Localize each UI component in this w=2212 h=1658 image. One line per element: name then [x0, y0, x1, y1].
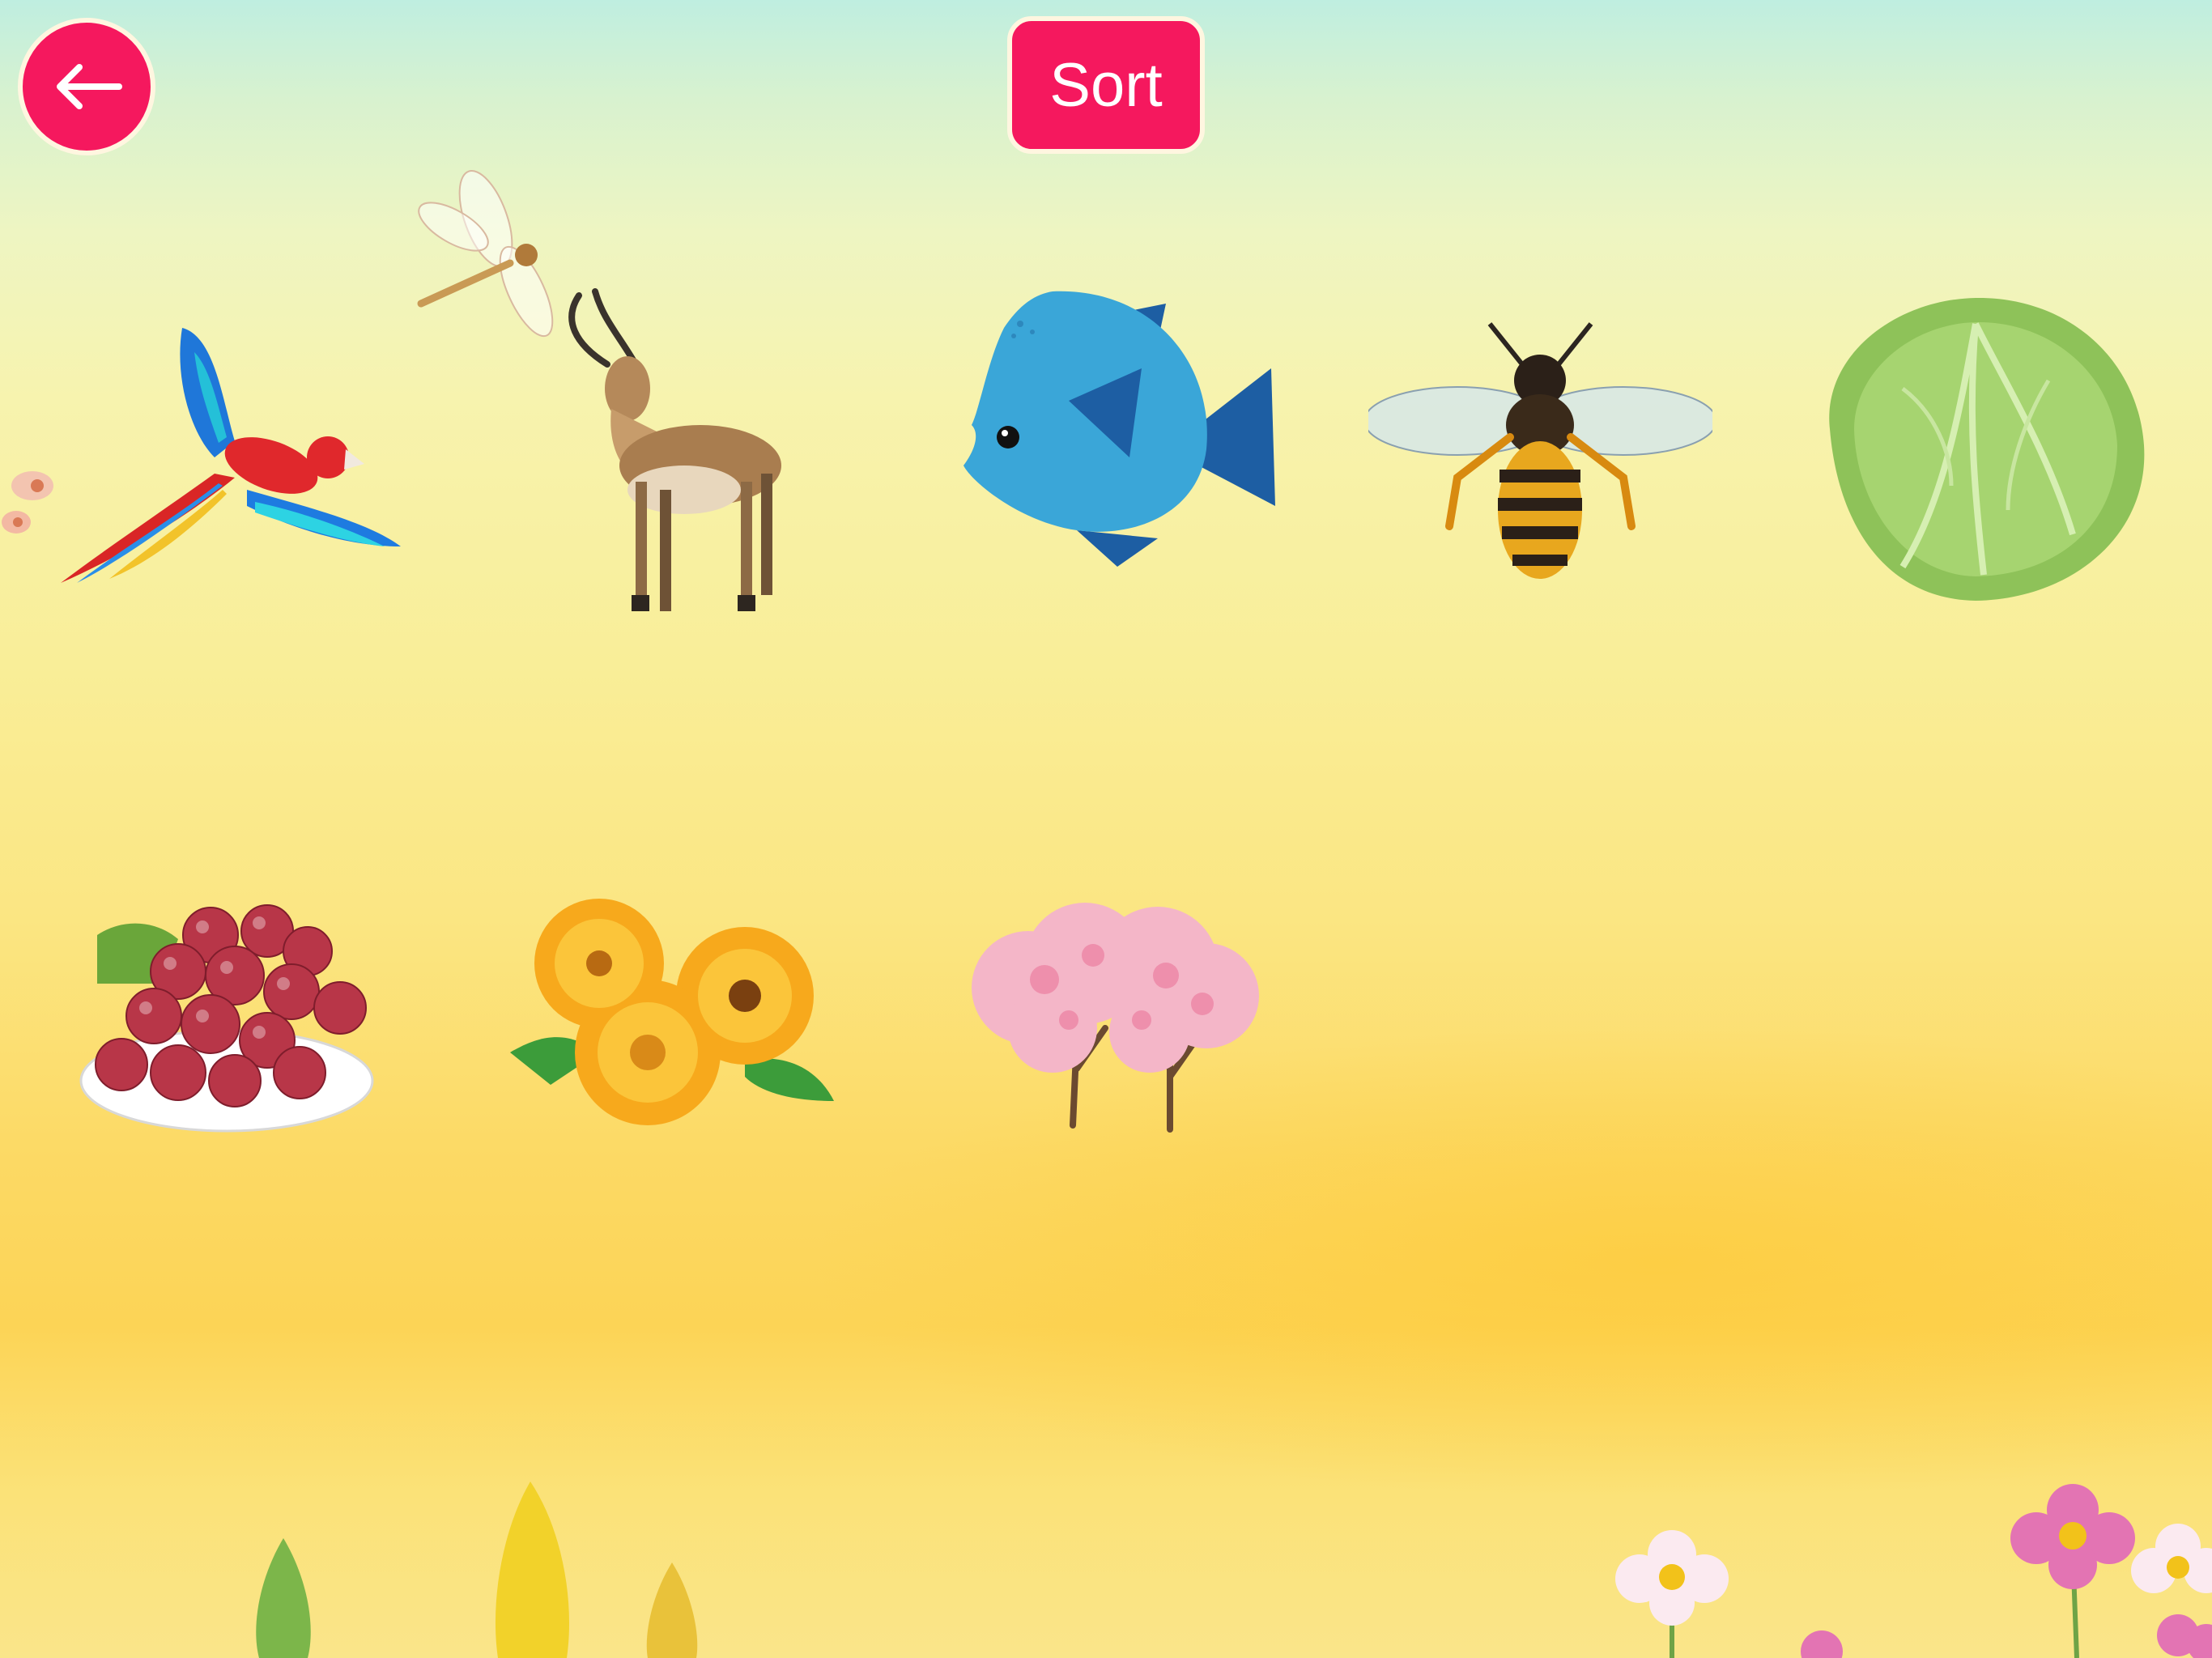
marigold-flowers-icon — [510, 899, 834, 1125]
fish-icon — [963, 291, 1275, 567]
cosmos-flower-icon — [1603, 1522, 1741, 1658]
parrot-item[interactable] — [61, 304, 409, 595]
cosmos-flower-icon — [2129, 1514, 2212, 1658]
back-button[interactable] — [18, 18, 155, 155]
plant-leaf-icon — [486, 1482, 583, 1658]
cosmos-flower-icon — [1797, 1627, 1846, 1658]
plant-leaf-icon — [243, 1538, 324, 1658]
sort-button[interactable]: Sort — [1007, 16, 1205, 154]
sort-button-label: Sort — [1049, 50, 1163, 120]
cosmos-flower-icon — [2000, 1477, 2146, 1658]
cherry-blossom-trees-icon — [972, 903, 1259, 1133]
arrow-left-icon — [57, 64, 122, 109]
bee-icon — [1368, 322, 1712, 579]
parrot-icon — [61, 328, 401, 583]
background-glow — [0, 0, 2212, 1658]
grapes-icon — [79, 904, 374, 1133]
butterfly-icon — [0, 453, 65, 551]
antelope-item[interactable] — [547, 287, 781, 619]
fish-item[interactable] — [955, 287, 1275, 571]
grapes-item[interactable] — [65, 895, 401, 1137]
cabbage-item[interactable] — [1806, 291, 2150, 603]
bee-item[interactable] — [1368, 316, 1712, 583]
antelope-icon — [568, 288, 781, 611]
plant-leaf-icon — [640, 1562, 704, 1658]
cherry-blossom-trees-item[interactable] — [955, 899, 1263, 1133]
marigold-flowers-item[interactable] — [502, 891, 842, 1133]
cabbage-icon — [1829, 297, 2145, 601]
game-screen: Sort — [0, 0, 2212, 1658]
